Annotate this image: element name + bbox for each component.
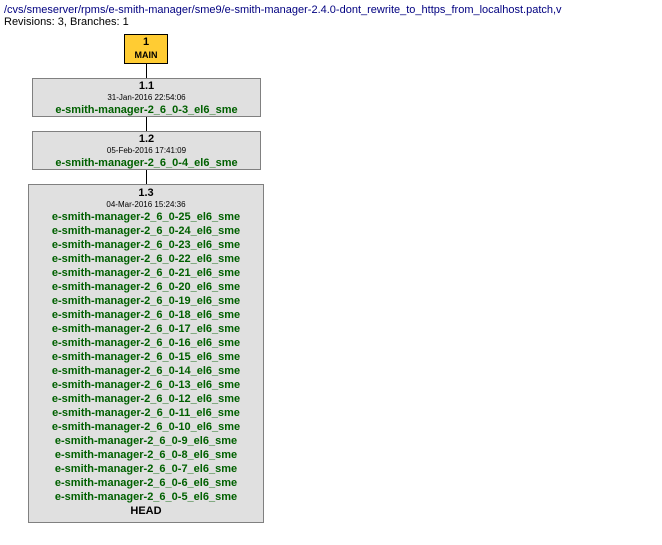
file-path: /cvs/smeserver/rpms/e-smith-manager/sme9… bbox=[4, 4, 658, 16]
revision-tag: e-smith-manager-2_6_0-5_el6_sme bbox=[33, 490, 259, 504]
revision-tag: e-smith-manager-2_6_0-3_el6_sme bbox=[33, 103, 260, 117]
revision-tag: e-smith-manager-2_6_0-25_el6_sme bbox=[33, 210, 259, 224]
revision-number: 1.3 bbox=[33, 187, 259, 200]
connector bbox=[146, 117, 147, 131]
connector bbox=[146, 64, 147, 78]
revision-tag: e-smith-manager-2_6_0-24_el6_sme bbox=[33, 224, 259, 238]
revision-date: 31-Jan-2016 22:54:06 bbox=[33, 93, 260, 103]
revision-tag: e-smith-manager-2_6_0-14_el6_sme bbox=[33, 364, 259, 378]
revision-tag: e-smith-manager-2_6_0-21_el6_sme bbox=[33, 266, 259, 280]
revision-node-1-1: 1.1 31-Jan-2016 22:54:06 e-smith-manager… bbox=[32, 78, 261, 117]
revision-tag: e-smith-manager-2_6_0-20_el6_sme bbox=[33, 280, 259, 294]
revision-tag: e-smith-manager-2_6_0-19_el6_sme bbox=[33, 294, 259, 308]
revision-date: 04-Mar-2016 15:24:36 bbox=[33, 200, 259, 210]
revision-number: 1.1 bbox=[33, 80, 260, 93]
revision-tag: e-smith-manager-2_6_0-6_el6_sme bbox=[33, 476, 259, 490]
revision-tag: e-smith-manager-2_6_0-16_el6_sme bbox=[33, 336, 259, 350]
revision-tag: e-smith-manager-2_6_0-11_el6_sme bbox=[33, 406, 259, 420]
revision-tag: e-smith-manager-2_6_0-12_el6_sme bbox=[33, 392, 259, 406]
revision-node-1-2: 1.2 05-Feb-2016 17:41:09 e-smith-manager… bbox=[32, 131, 261, 170]
revision-node-1-3: 1.3 04-Mar-2016 15:24:36 e-smith-manager… bbox=[28, 184, 264, 523]
revision-tag: e-smith-manager-2_6_0-13_el6_sme bbox=[33, 378, 259, 392]
revision-tag: e-smith-manager-2_6_0-22_el6_sme bbox=[33, 252, 259, 266]
revision-summary: Revisions: 3, Branches: 1 bbox=[4, 16, 658, 28]
branch-label: MAIN bbox=[125, 49, 167, 62]
revision-tag: e-smith-manager-2_6_0-9_el6_sme bbox=[33, 434, 259, 448]
revision-tag: e-smith-manager-2_6_0-17_el6_sme bbox=[33, 322, 259, 336]
branch-rev: 1 bbox=[125, 36, 167, 49]
revision-tag: e-smith-manager-2_6_0-4_el6_sme bbox=[33, 156, 260, 170]
revision-tag: e-smith-manager-2_6_0-10_el6_sme bbox=[33, 420, 259, 434]
head-label: HEAD bbox=[33, 504, 259, 518]
branch-node-main: 1 MAIN bbox=[124, 34, 168, 64]
revision-tag: e-smith-manager-2_6_0-18_el6_sme bbox=[33, 308, 259, 322]
connector bbox=[146, 170, 147, 184]
revision-date: 05-Feb-2016 17:41:09 bbox=[33, 146, 260, 156]
revision-tag: e-smith-manager-2_6_0-23_el6_sme bbox=[33, 238, 259, 252]
revision-tag: e-smith-manager-2_6_0-15_el6_sme bbox=[33, 350, 259, 364]
revision-tag: e-smith-manager-2_6_0-8_el6_sme bbox=[33, 448, 259, 462]
revision-number: 1.2 bbox=[33, 133, 260, 146]
revision-tag: e-smith-manager-2_6_0-7_el6_sme bbox=[33, 462, 259, 476]
